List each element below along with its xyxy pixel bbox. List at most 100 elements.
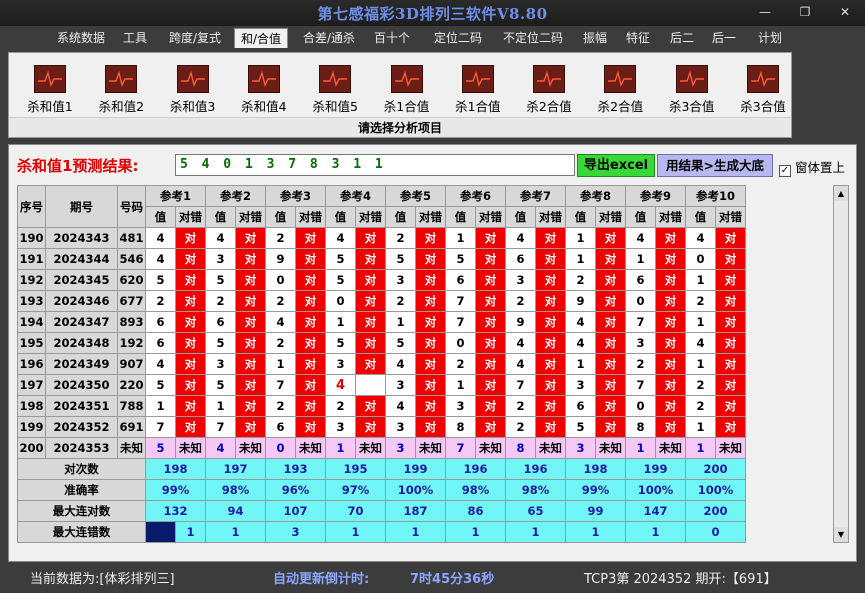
period-header: 期号 bbox=[45, 185, 118, 228]
ref-value: 2 bbox=[505, 416, 536, 438]
ref-value: 2 bbox=[685, 374, 716, 396]
table-row[interactable]: 191 2024344 546 4 对 3 对 9 对 5 对 5 对 5 对 6 对 1 对 1 对 0 对 bbox=[17, 248, 746, 270]
ref-status: 对 bbox=[415, 227, 446, 249]
ribbon-button-9[interactable]: 杀2合值 bbox=[585, 65, 655, 115]
tab-7[interactable]: 定位二码 bbox=[426, 28, 490, 48]
tab-13[interactable]: 计划 bbox=[752, 28, 788, 48]
ref-value: 7 bbox=[205, 416, 236, 438]
ref-status: 对 bbox=[595, 311, 626, 333]
tab-10[interactable]: 特征 bbox=[620, 28, 656, 48]
export-excel-button[interactable]: 导出excel bbox=[577, 154, 655, 177]
ref-value: 1 bbox=[205, 395, 236, 417]
value-subheader: 值 bbox=[505, 206, 536, 228]
tab-2[interactable]: 工具 bbox=[118, 28, 152, 48]
ribbon-button-11[interactable]: 杀3合值 bbox=[728, 65, 798, 115]
value-subheader: 值 bbox=[325, 206, 356, 228]
ref-value: 6 bbox=[505, 248, 536, 270]
ref-status: 未知 bbox=[655, 437, 686, 459]
ref-value: 4 bbox=[625, 227, 656, 249]
generate-base-button[interactable]: 用结果>生成大底 bbox=[657, 154, 773, 177]
ref-value: 5 bbox=[325, 248, 356, 270]
table-row[interactable]: 194 2024347 893 6 对 6 对 4 对 1 对 1 对 7 对 9 对 4 对 7 对 1 对 bbox=[17, 311, 746, 333]
ref-status: 对 bbox=[715, 311, 746, 333]
stat-value: 199 bbox=[385, 458, 446, 480]
row-code: 未知 bbox=[117, 437, 146, 459]
stat-value: 86 bbox=[445, 500, 506, 522]
table-row[interactable]: 196 2024349 907 4 对 3 对 1 对 3 对 4 对 2 对 4 对 1 对 2 对 1 对 bbox=[17, 353, 746, 375]
ref-value: 1 bbox=[565, 248, 596, 270]
tab-3[interactable]: 跨度/复式 bbox=[162, 28, 228, 48]
tab-1[interactable]: 系统数据 bbox=[52, 28, 110, 48]
tab-9[interactable]: 振幅 bbox=[576, 28, 614, 48]
ribbon-button-4[interactable]: 杀和值4 bbox=[229, 65, 299, 115]
ribbon-button-3[interactable]: 杀和值3 bbox=[158, 65, 228, 115]
ref-status: 对 bbox=[295, 269, 326, 291]
tab-5[interactable]: 合差/通杀 bbox=[296, 28, 362, 48]
ref-value: 2 bbox=[145, 290, 176, 312]
stat-value: 132 bbox=[145, 500, 206, 522]
ribbon-button-10[interactable]: 杀3合值 bbox=[657, 65, 727, 115]
scroll-up-icon[interactable]: ▲ bbox=[834, 186, 848, 201]
stat-value: 100% bbox=[685, 479, 746, 501]
ref-value: 3 bbox=[385, 416, 416, 438]
table-row[interactable]: 198 2024351 788 1 对 1 对 2 对 2 对 4 对 3 对 2 对 6 对 0 对 2 对 bbox=[17, 395, 746, 417]
tab-12[interactable]: 后一 bbox=[706, 28, 742, 48]
table-row[interactable]: 193 2024346 677 2 对 2 对 2 对 0 对 2 对 7 对 2 对 9 对 0 对 2 对 bbox=[17, 290, 746, 312]
latest-draw-text: TCP3第 2024352 期开:【691】 bbox=[584, 572, 777, 587]
ref-value: 0 bbox=[325, 290, 356, 312]
ref-header: 参考1 bbox=[145, 185, 206, 207]
prediction-result-field[interactable]: 5 4 0 1 3 7 8 3 1 1 bbox=[175, 154, 575, 176]
close-button[interactable]: ✕ bbox=[832, 4, 858, 20]
ref-value: 3 bbox=[505, 269, 536, 291]
table-row[interactable]: 192 2024345 620 5 对 5 对 0 对 5 对 3 对 6 对 3 对 2 对 6 对 1 对 bbox=[17, 269, 746, 291]
ref-value: 1 bbox=[325, 311, 356, 333]
ref-value: 3 bbox=[385, 437, 416, 459]
stat-value: 99% bbox=[565, 479, 626, 501]
ref-status: 未知 bbox=[295, 437, 326, 459]
ref-status: 对 bbox=[715, 395, 746, 417]
ribbon-button-6[interactable]: 杀1合值 bbox=[372, 65, 442, 115]
tab-11[interactable]: 后二 bbox=[664, 28, 700, 48]
stat-value: 3 bbox=[265, 521, 326, 543]
restore-button[interactable]: ❐ bbox=[792, 4, 818, 20]
ref-value: 4 bbox=[205, 437, 236, 459]
row-period: 2024350 bbox=[45, 374, 118, 396]
ref-value: 1 bbox=[625, 437, 656, 459]
ref-value: 3 bbox=[325, 353, 356, 375]
ribbon-button-2[interactable]: 杀和值2 bbox=[86, 65, 156, 115]
table-row[interactable]: 199 2024352 691 7 对 7 对 6 对 3 对 3 对 8 对 2 对 5 对 8 对 1 对 bbox=[17, 416, 746, 438]
tab-4[interactable]: 和/合值 bbox=[234, 28, 288, 48]
ref-value: 2 bbox=[445, 353, 476, 375]
ref-value: 7 bbox=[625, 311, 656, 333]
window-ontop-checkbox[interactable]: ✓ 窗体置上 bbox=[779, 157, 845, 177]
ribbon-button-8[interactable]: 杀2合值 bbox=[514, 65, 584, 115]
ref-value: 3 bbox=[385, 269, 416, 291]
ref-status: 对 bbox=[235, 290, 266, 312]
ref-status: 对 bbox=[355, 227, 386, 249]
table-row[interactable]: 190 2024343 481 4 对 4 对 2 对 4 对 2 对 1 对 4 对 1 对 4 对 4 对 bbox=[17, 227, 746, 249]
tab-8[interactable]: 不定位二码 bbox=[496, 28, 570, 48]
ribbon-button-label: 杀和值1 bbox=[27, 99, 73, 114]
ribbon-button-5[interactable]: 杀和值5 bbox=[300, 65, 370, 115]
minimize-button[interactable]: — bbox=[752, 4, 778, 20]
ribbon-button-7[interactable]: 杀1合值 bbox=[443, 65, 513, 115]
ref-status: 对 bbox=[235, 332, 266, 354]
ref-status: 未知 bbox=[235, 437, 266, 459]
next-row[interactable]: 200 2024353 未知 5 未知 4 未知 0 未知 1 未知 3 未知 7 未知 8 未知 3 未知 1 未知 1… bbox=[17, 437, 746, 459]
chart-pulse-icon bbox=[461, 65, 494, 93]
vertical-scrollbar[interactable]: ▲ ▼ bbox=[833, 185, 849, 543]
scroll-down-icon[interactable]: ▼ bbox=[834, 527, 848, 542]
ref-value: 2 bbox=[685, 290, 716, 312]
stat-value: 1 bbox=[625, 521, 686, 543]
ref-status: 对 bbox=[595, 395, 626, 417]
ribbon-button-1[interactable]: 杀和值1 bbox=[15, 65, 85, 115]
tab-6[interactable]: 百十个 bbox=[370, 28, 414, 48]
table-row[interactable]: 197 2024350 220 5 对 5 对 7 对 4 3 对 1 对 7 对 3 对 7 对 2 对 bbox=[17, 374, 746, 396]
ref-value: 5 bbox=[325, 332, 356, 354]
ref-value: 3 bbox=[205, 353, 236, 375]
table-row[interactable]: 195 2024348 192 6 对 5 对 2 对 5 对 5 对 0 对 4 对 4 对 3 对 4 对 bbox=[17, 332, 746, 354]
ref-value: 5 bbox=[145, 437, 176, 459]
stat-value: 98% bbox=[205, 479, 266, 501]
stat-value: 96% bbox=[265, 479, 326, 501]
status-subheader: 对错 bbox=[295, 206, 326, 228]
